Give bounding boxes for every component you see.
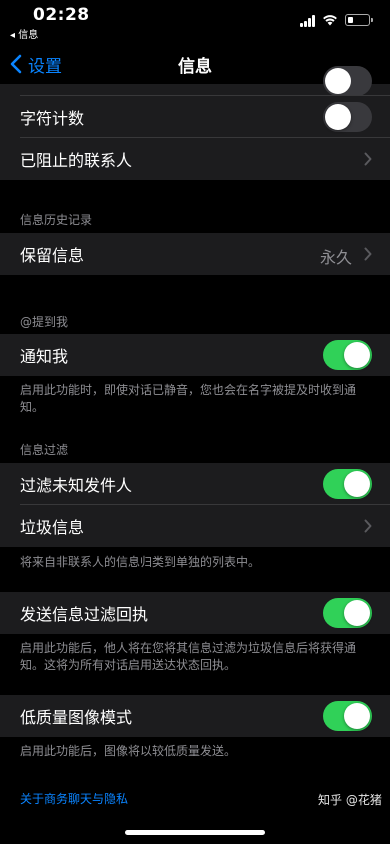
character-count-label: 字符计数 bbox=[20, 109, 85, 128]
filter-receipts-group: 发送信息过滤回执 bbox=[0, 592, 390, 634]
filter-receipts-row: 发送信息过滤回执 bbox=[0, 592, 390, 634]
filter-unknown-senders-toggle[interactable] bbox=[323, 469, 372, 499]
filter-receipts-footer: 启用此功能后，他人将在您将其信息过滤为垃圾信息后将获得通知。这将为所有对话启用送… bbox=[20, 641, 357, 672]
partial-toggle-row bbox=[0, 66, 390, 96]
status-bar: 02:28 ◂ 信息 bbox=[0, 0, 390, 44]
battery-icon bbox=[345, 14, 370, 26]
chevron-right-icon bbox=[364, 519, 372, 533]
partial-toggle[interactable] bbox=[323, 66, 372, 96]
filter-unknown-senders-label: 过滤未知发件人 bbox=[20, 476, 133, 495]
chevron-right-icon bbox=[364, 247, 372, 261]
mentions-group: 通知我 bbox=[0, 334, 390, 376]
low-quality-image-label: 低质量图像模式 bbox=[20, 708, 133, 727]
message-filtering-footer: 将来自非联系人的信息归类到单独的列表中。 bbox=[20, 555, 261, 569]
notify-me-label: 通知我 bbox=[20, 347, 69, 366]
settings-group-top: 字符计数 已阻止的联系人 bbox=[0, 66, 390, 180]
status-time: 02:28 bbox=[33, 5, 90, 25]
filter-unknown-senders-row: 过滤未知发件人 bbox=[0, 463, 390, 505]
low-quality-image-row: 低质量图像模式 bbox=[0, 695, 390, 737]
home-indicator[interactable] bbox=[125, 830, 265, 835]
mentions-header: @提到我 bbox=[20, 315, 69, 329]
chevron-right-icon bbox=[364, 152, 372, 166]
low-quality-image-group: 低质量图像模式 bbox=[0, 695, 390, 737]
cellular-signal-icon bbox=[300, 15, 317, 27]
message-filtering-group: 过滤未知发件人 垃圾信息 bbox=[0, 463, 390, 547]
low-quality-image-footer: 启用此功能后，图像将以较低质量发送。 bbox=[20, 744, 237, 758]
blocked-contacts-label: 已阻止的联系人 bbox=[20, 151, 133, 170]
junk-messages-label: 垃圾信息 bbox=[20, 518, 85, 537]
keep-messages-value: 永久 bbox=[319, 248, 352, 267]
notify-me-toggle[interactable] bbox=[323, 340, 372, 370]
blocked-contacts-row[interactable]: 已阻止的联系人 bbox=[0, 138, 390, 180]
message-history-group: 保留信息 永久 bbox=[0, 233, 390, 275]
message-filtering-header: 信息过滤 bbox=[20, 443, 69, 457]
notify-me-row: 通知我 bbox=[0, 334, 390, 376]
mentions-footer: 启用此功能时，即使对话已静音，您也会在名字被提及时收到通知。 bbox=[20, 383, 357, 414]
battery-cap bbox=[371, 18, 373, 22]
keep-messages-label: 保留信息 bbox=[20, 246, 85, 265]
keep-messages-row[interactable]: 保留信息 永久 bbox=[0, 233, 390, 275]
filter-receipts-toggle[interactable] bbox=[323, 598, 372, 628]
watermark: 知乎 @花猪 bbox=[318, 793, 382, 807]
low-quality-image-toggle[interactable] bbox=[323, 701, 372, 731]
business-chat-privacy-link[interactable]: 关于商务聊天与隐私 bbox=[20, 790, 128, 807]
message-history-header: 信息历史记录 bbox=[20, 213, 93, 227]
character-count-toggle[interactable] bbox=[323, 102, 372, 132]
character-count-row: 字符计数 bbox=[0, 96, 390, 138]
filter-receipts-label: 发送信息过滤回执 bbox=[20, 605, 149, 624]
back-to-app-link[interactable]: ◂ 信息 bbox=[10, 26, 38, 41]
wifi-icon bbox=[323, 15, 337, 26]
junk-messages-row[interactable]: 垃圾信息 bbox=[0, 505, 390, 547]
